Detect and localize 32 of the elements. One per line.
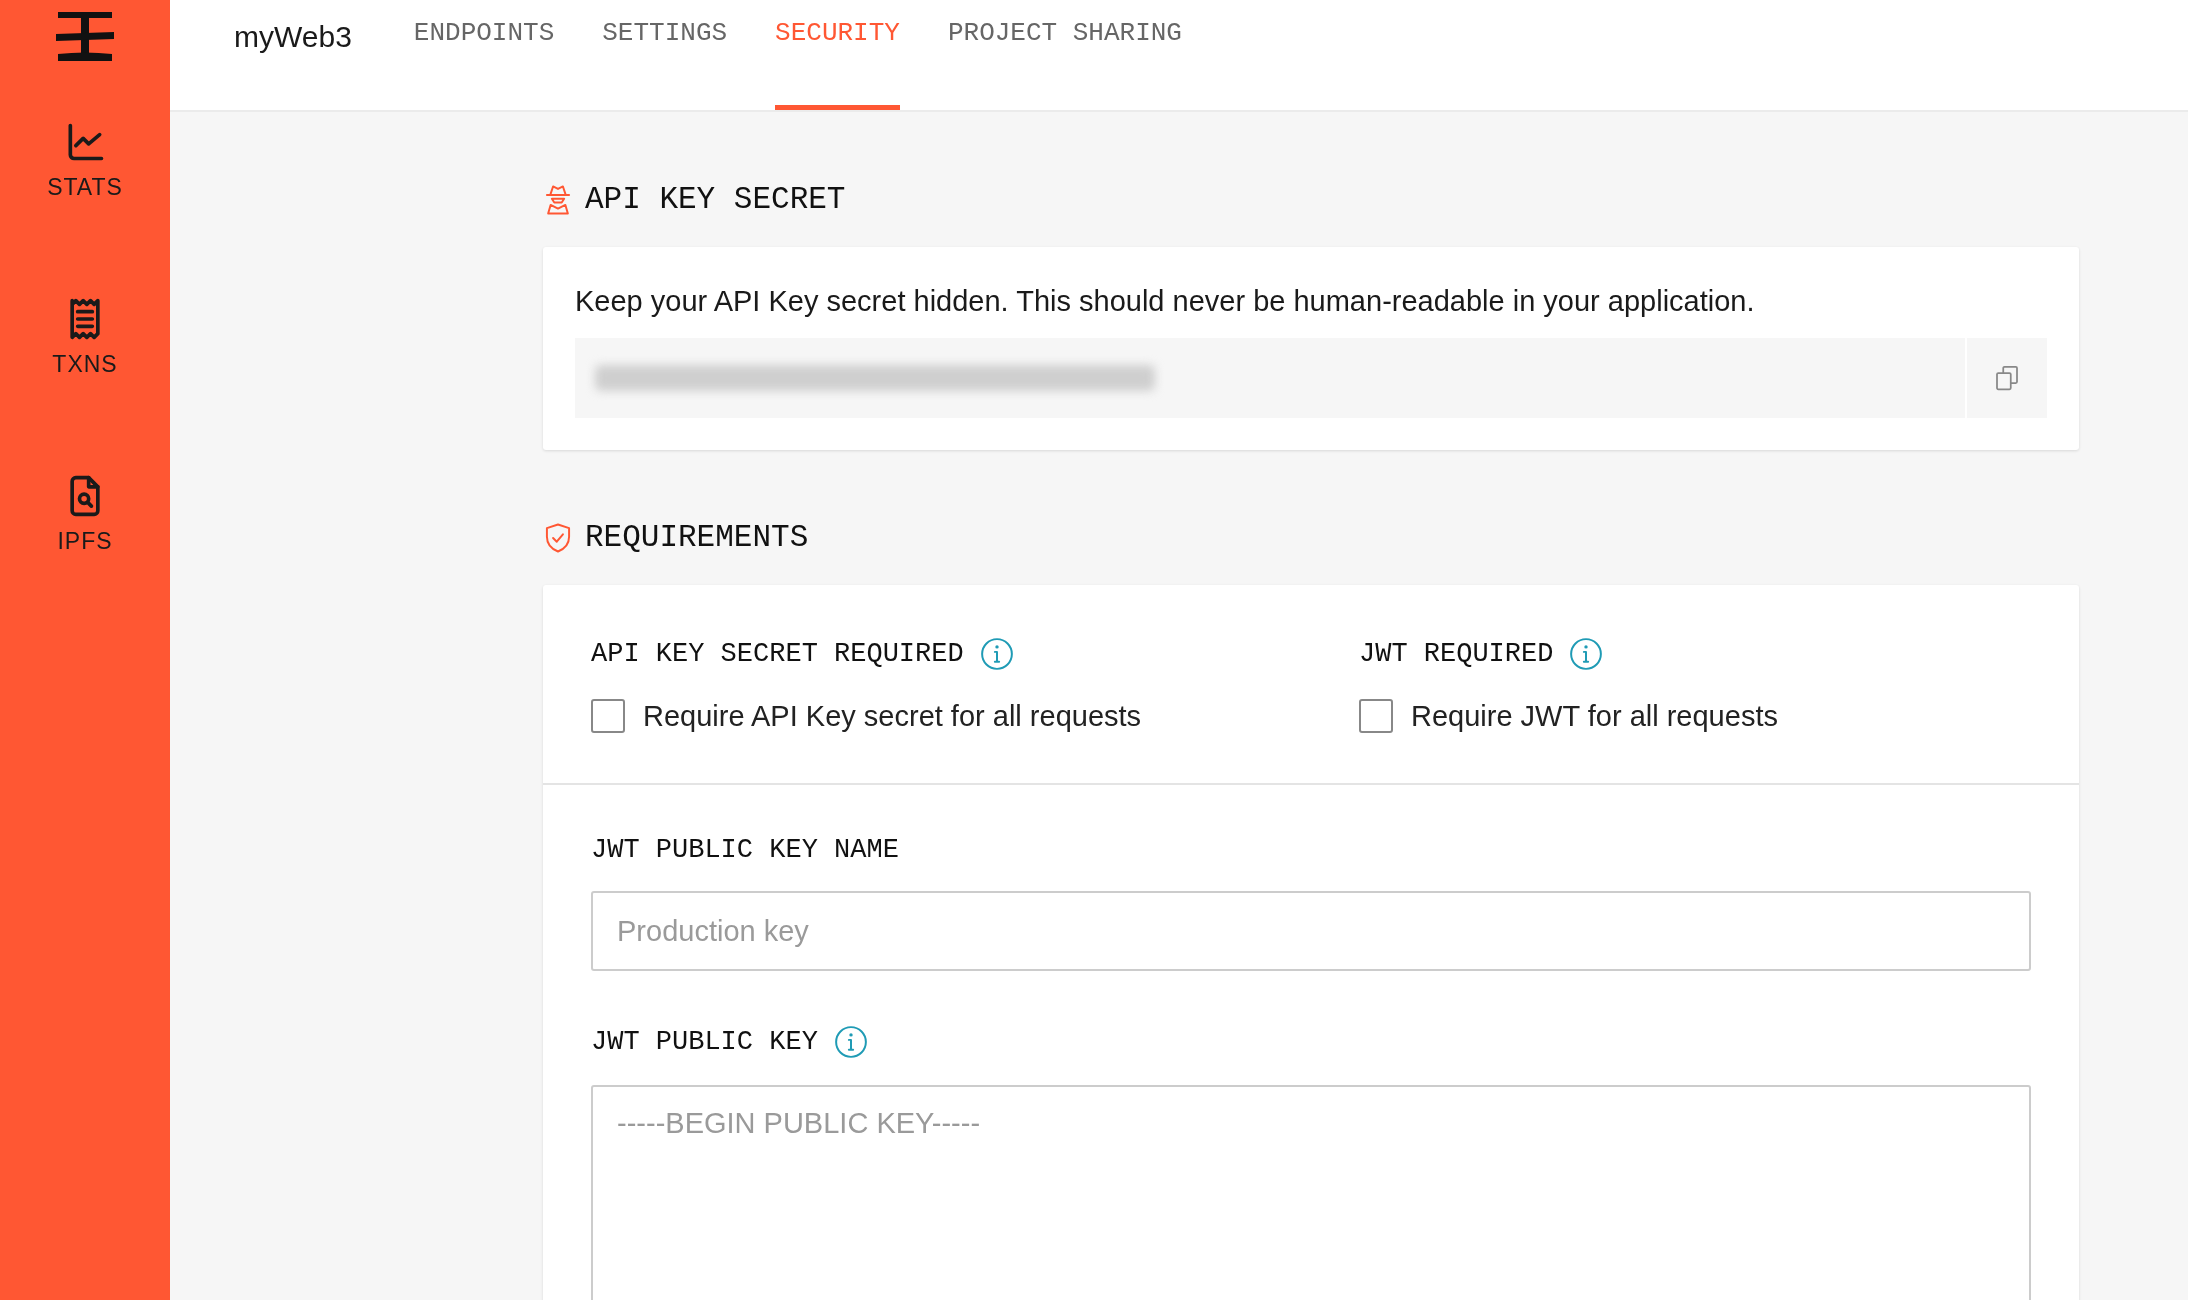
api-key-field[interactable] [575, 338, 1965, 418]
project-name: myWeb3 [234, 20, 352, 54]
shield-check-icon [543, 521, 573, 554]
copy-button[interactable] [1967, 338, 2047, 418]
description-text: Keep your API Key secret hidden. This should never be human-readable in your application. [575, 285, 1756, 318]
section-title: REQUIREMENTS [585, 520, 809, 555]
nav-tab[interactable]: SETTINGS [602, 0, 728, 110]
checkbox-label: Require JWT for all requests [1411, 699, 1778, 733]
field-label: API KEY SECRET REQUIRED [591, 639, 964, 669]
field-label: JWT PUBLIC KEY [591, 1027, 818, 1057]
logo-icon[interactable] [56, 12, 114, 62]
checkbox[interactable] [1359, 699, 1393, 733]
input-field[interactable]: Production key [591, 891, 2031, 971]
nav-label: IPFS [57, 528, 113, 555]
section-title: API KEY SECRET [585, 182, 846, 217]
sidebar-item[interactable]: IPFS [57, 474, 113, 555]
info-icon[interactable] [1569, 637, 1604, 671]
sidebar-item[interactable]: STATS [47, 120, 123, 201]
sidebar-item[interactable]: TXNS [52, 297, 118, 378]
field-label: JWT REQUIRED [1359, 639, 1554, 669]
nav-tab[interactable]: PROJECT SHARING [947, 0, 1182, 110]
nav-tab[interactable]: SECURITY [775, 0, 900, 110]
nav-label: TXNS [52, 351, 118, 378]
info-icon[interactable] [833, 1025, 868, 1059]
nav-tab[interactable]: ENDPOINTS [413, 0, 555, 110]
spy-icon [543, 183, 573, 216]
checkbox-label: Require API Key secret for all requests [643, 699, 1142, 733]
field-label: JWT PUBLIC KEY NAME [591, 835, 899, 865]
nav-label: STATS [47, 174, 123, 201]
info-icon[interactable] [979, 637, 1014, 671]
checkbox[interactable] [591, 699, 625, 733]
text-area[interactable]: -----BEGIN PUBLIC KEY----- [591, 1085, 2031, 1300]
